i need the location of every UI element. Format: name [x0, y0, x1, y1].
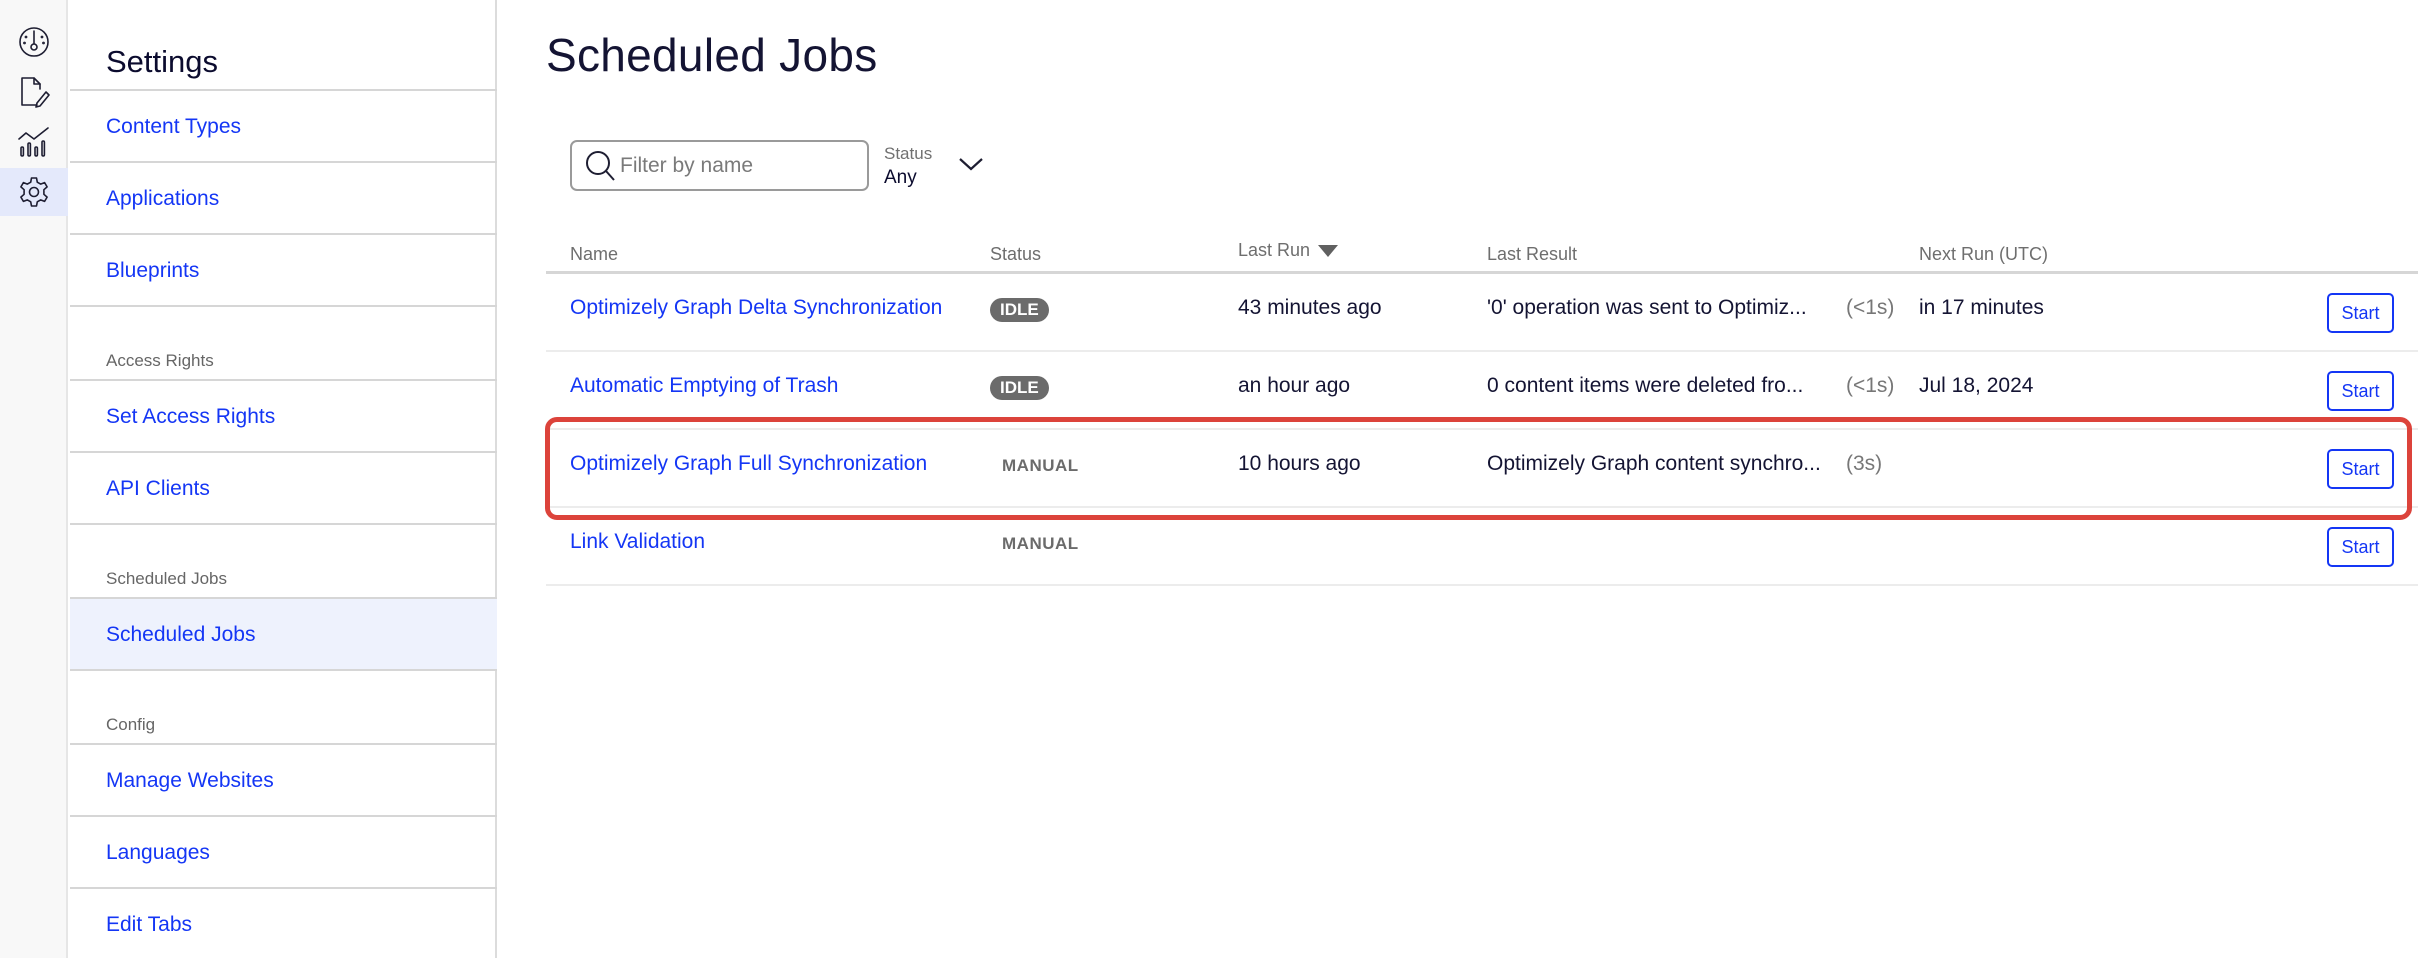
- job-name-link[interactable]: Optimizely Graph Delta Synchronization: [570, 296, 942, 320]
- start-button[interactable]: Start: [2327, 527, 2394, 567]
- job-last-result: 0 content items were deleted fro...: [1487, 374, 1804, 397]
- job-next-run: Jul 18, 2024: [1919, 374, 2034, 397]
- sidebar-item-blueprints[interactable]: Blueprints: [70, 235, 497, 307]
- sidebar-group-scheduled-jobs: Scheduled Jobs: [106, 569, 227, 588]
- column-header-status[interactable]: Status: [990, 244, 1041, 265]
- table-row: Automatic Emptying of Trash IDLE an hour…: [546, 352, 2418, 430]
- sidebar-group-access-rights: Access Rights: [106, 351, 214, 370]
- sidebar-item-api-clients[interactable]: API Clients: [70, 453, 497, 525]
- job-last-run: an hour ago: [1238, 374, 1351, 397]
- sort-desc-icon: [1318, 245, 1339, 258]
- table-row: Optimizely Graph Delta Synchronization I…: [546, 274, 2418, 352]
- document-edit-icon: [21, 77, 50, 108]
- gear-icon: [20, 177, 48, 207]
- sidebar-item-applications[interactable]: Applications: [70, 163, 497, 235]
- sidebar-item-languages[interactable]: Languages: [70, 817, 497, 889]
- job-name-link[interactable]: Link Validation: [570, 530, 705, 554]
- start-button[interactable]: Start: [2327, 371, 2394, 411]
- status-text: MANUAL: [1002, 456, 1079, 475]
- chevron-down-icon: [959, 158, 983, 171]
- jobs-table: Name Status Last Run Last Result Next Ru…: [546, 238, 2418, 586]
- table-header: Name Status Last Run Last Result Next Ru…: [546, 238, 2418, 274]
- column-header-last-result[interactable]: Last Result: [1487, 244, 1577, 265]
- table-row: Link Validation MANUAL Start: [546, 508, 2418, 586]
- start-button[interactable]: Start: [2327, 293, 2394, 333]
- status-text: MANUAL: [1002, 534, 1079, 553]
- sidebar-group-config: Config: [106, 715, 156, 734]
- rail-settings-button[interactable]: [0, 168, 68, 216]
- column-header-next-run[interactable]: Next Run (UTC): [1919, 244, 2048, 265]
- chart-icon: [18, 127, 49, 157]
- sidebar-item-edit-tabs[interactable]: Edit Tabs: [70, 889, 497, 958]
- job-status: IDLE: [990, 374, 1049, 400]
- status-badge: IDLE: [990, 376, 1049, 400]
- job-name-link[interactable]: Optimizely Graph Full Synchronization: [570, 452, 927, 476]
- filter-field[interactable]: [570, 140, 869, 191]
- job-last-result: '0' operation was sent to Optimiz...: [1487, 296, 1807, 319]
- start-button[interactable]: Start: [2327, 449, 2394, 489]
- job-duration: (<1s): [1846, 374, 1895, 397]
- status-filter-dropdown[interactable]: Status Any: [884, 141, 994, 193]
- icon-rail: [0, 0, 68, 958]
- column-header-last-run[interactable]: Last Run: [1238, 240, 1339, 261]
- sidebar-item-content-types[interactable]: Content Types: [70, 91, 497, 163]
- sidebar-item-manage-websites[interactable]: Manage Websites: [70, 745, 497, 817]
- column-header-last-run-label: Last Run: [1238, 240, 1311, 260]
- job-status: MANUAL: [990, 530, 1079, 555]
- status-filter-value: Any: [884, 167, 917, 188]
- filter-input[interactable]: [620, 153, 860, 178]
- sidebar-title: Settings: [106, 44, 219, 79]
- job-name-link[interactable]: Automatic Emptying of Trash: [570, 374, 838, 398]
- page-title: Scheduled Jobs: [546, 29, 878, 81]
- search-icon: [586, 150, 615, 181]
- status-badge: IDLE: [990, 298, 1049, 322]
- gauge-icon: [19, 27, 49, 57]
- job-last-run: 43 minutes ago: [1238, 296, 1382, 319]
- job-last-run: 10 hours ago: [1238, 452, 1361, 475]
- job-next-run: in 17 minutes: [1919, 296, 2044, 319]
- job-last-result: Optimizely Graph content synchro...: [1487, 452, 1821, 475]
- sidebar-item-set-access-rights[interactable]: Set Access Rights: [70, 381, 497, 453]
- rail-edit-button[interactable]: [0, 68, 68, 116]
- settings-sidebar: Settings Content Types Applications Blue…: [70, 0, 497, 958]
- job-status: IDLE: [990, 296, 1049, 322]
- sidebar-item-scheduled-jobs[interactable]: Scheduled Jobs: [70, 599, 497, 671]
- status-filter-label: Status: [884, 144, 933, 163]
- job-duration: (<1s): [1846, 296, 1895, 319]
- rail-reports-button[interactable]: [0, 118, 68, 166]
- job-status: MANUAL: [990, 452, 1079, 477]
- table-row: Optimizely Graph Full Synchronization MA…: [546, 430, 2418, 508]
- column-header-name[interactable]: Name: [570, 244, 618, 265]
- rail-dashboard-button[interactable]: [0, 18, 68, 66]
- job-duration: (3s): [1846, 452, 1883, 475]
